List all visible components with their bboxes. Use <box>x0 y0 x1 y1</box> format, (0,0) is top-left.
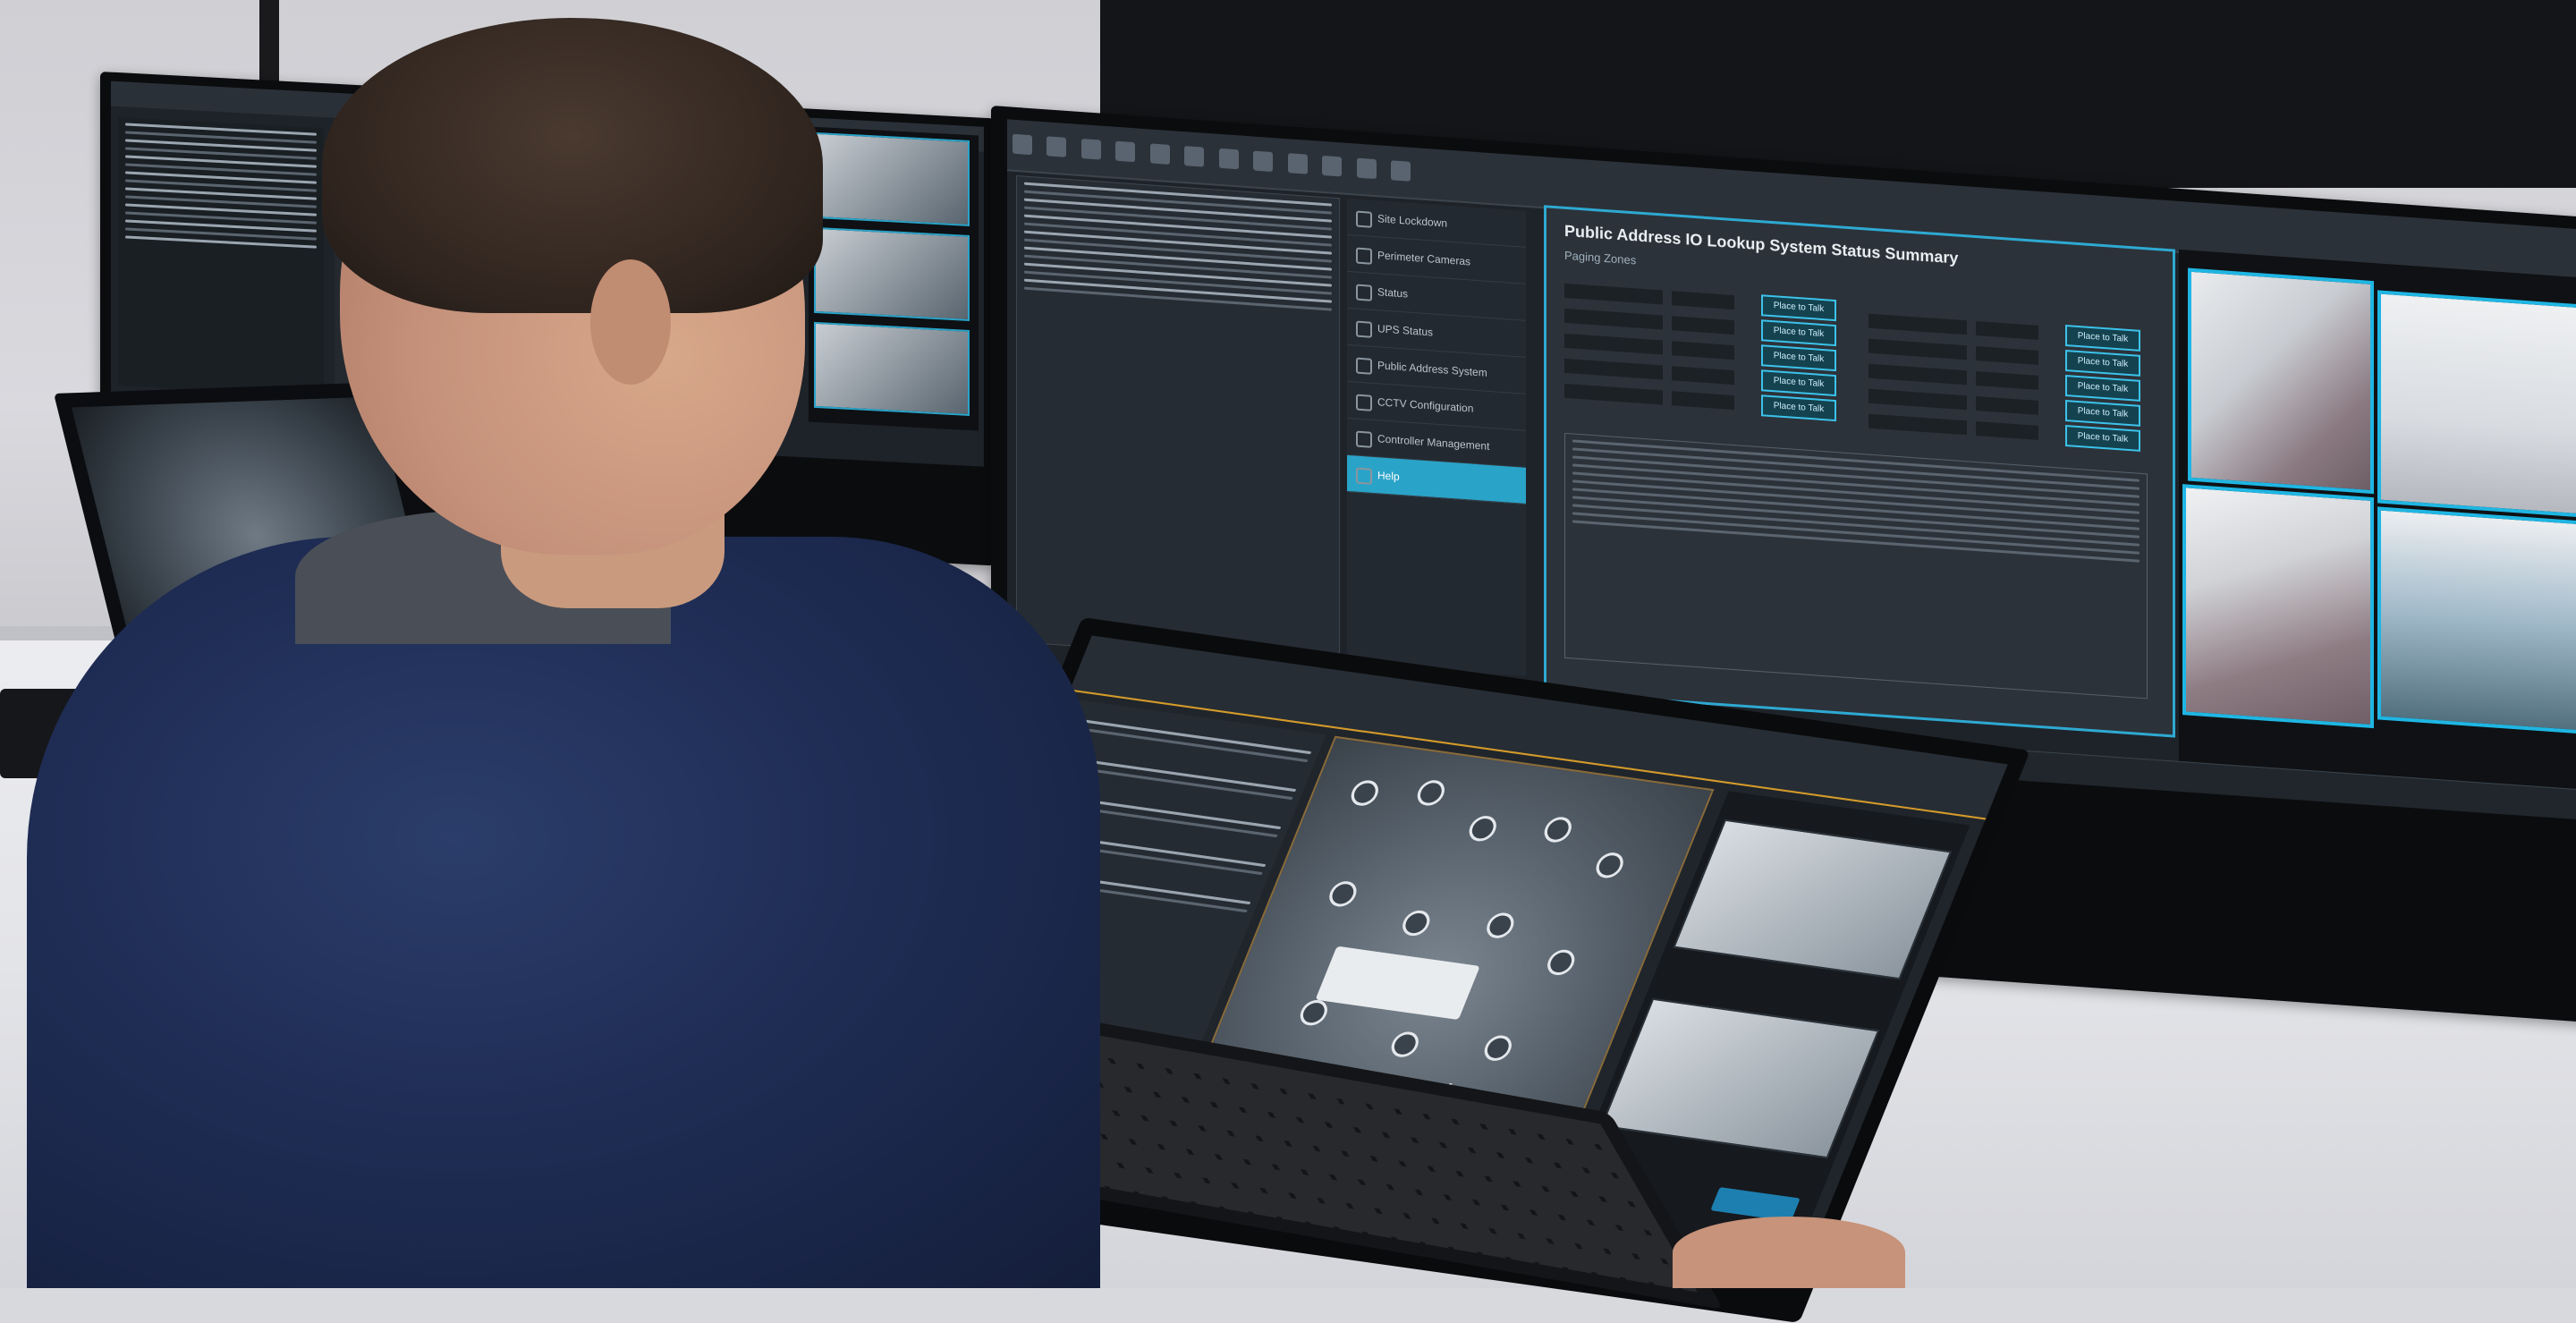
map-pin[interactable] <box>1480 1033 1516 1063</box>
cctv-grid <box>2179 249 2576 815</box>
map-pin[interactable] <box>1540 815 1576 844</box>
operator-jacket <box>27 537 1100 1288</box>
map-pin[interactable] <box>1592 851 1628 880</box>
map-pin[interactable] <box>1325 879 1361 909</box>
place-to-talk-button[interactable]: Place to Talk <box>2065 349 2140 377</box>
map-pin[interactable] <box>1387 1030 1423 1059</box>
operator-hair <box>322 18 823 313</box>
place-to-talk-button[interactable]: Place to Talk <box>2065 324 2140 352</box>
camera-feed <box>814 321 970 416</box>
operator-hand <box>1673 1217 1905 1288</box>
place-to-talk-button[interactable]: Place to Talk <box>2065 424 2140 452</box>
map-pin[interactable] <box>1413 778 1449 808</box>
toolbar-icon[interactable] <box>1046 136 1067 157</box>
toolbar-icon[interactable] <box>1218 148 1239 170</box>
toolbar-icon[interactable] <box>1253 150 1274 173</box>
place-to-talk-button[interactable]: Place to Talk <box>1761 294 1836 322</box>
map-pin[interactable] <box>1482 911 1518 940</box>
map-pin[interactable] <box>1296 998 1332 1028</box>
camera-feed <box>814 226 970 321</box>
map-pin[interactable] <box>1543 947 1579 977</box>
event-list-pane <box>1016 174 1340 666</box>
place-to-talk-button[interactable]: Place to Talk <box>2065 399 2140 427</box>
instructions-box <box>1564 432 2148 700</box>
place-to-talk-button[interactable]: Place to Talk <box>1761 319 1836 347</box>
map-pin[interactable] <box>1398 909 1434 937</box>
toolbar-icon[interactable] <box>1390 160 1411 182</box>
camera-feed[interactable] <box>2377 506 2576 734</box>
main-nav: Site Lockdown Perimeter Cameras Status U… <box>1347 198 1526 676</box>
pa-status-dialog: Public Address IO Lookup System Status S… <box>1544 205 2175 738</box>
camera-feed[interactable] <box>1600 997 1880 1159</box>
operator-ear <box>590 259 671 385</box>
toolbar-icon[interactable] <box>1149 143 1170 165</box>
place-to-talk-button[interactable]: Place to Talk <box>1761 344 1836 372</box>
toolbar-icon[interactable] <box>1184 146 1205 167</box>
place-to-talk-button[interactable]: Place to Talk <box>2065 374 2140 402</box>
alarm-list <box>118 117 324 397</box>
camera-feed[interactable] <box>2188 267 2374 495</box>
toolbar-icon[interactable] <box>1356 157 1377 180</box>
toolbar-icon[interactable] <box>1013 133 1032 156</box>
toolbar-icon[interactable] <box>1322 155 1343 177</box>
toolbar-icon[interactable] <box>1287 153 1308 174</box>
camera-feed[interactable] <box>1673 818 1953 980</box>
camera-feed[interactable] <box>2377 290 2576 518</box>
left-camera-stack <box>809 126 979 431</box>
camera-feed[interactable] <box>2182 484 2374 729</box>
map-popup <box>1315 946 1480 1021</box>
place-to-talk-button[interactable]: Place to Talk <box>1761 369 1836 397</box>
map-pin[interactable] <box>1347 778 1383 808</box>
camera-feed <box>814 131 970 226</box>
map-pin[interactable] <box>1465 814 1501 844</box>
dialog-subtitle: Paging Zones <box>1564 248 1637 267</box>
toolbar-icon[interactable] <box>1115 140 1136 163</box>
toolbar-icon[interactable] <box>1080 139 1101 160</box>
place-to-talk-button[interactable]: Place to Talk <box>1761 394 1836 422</box>
